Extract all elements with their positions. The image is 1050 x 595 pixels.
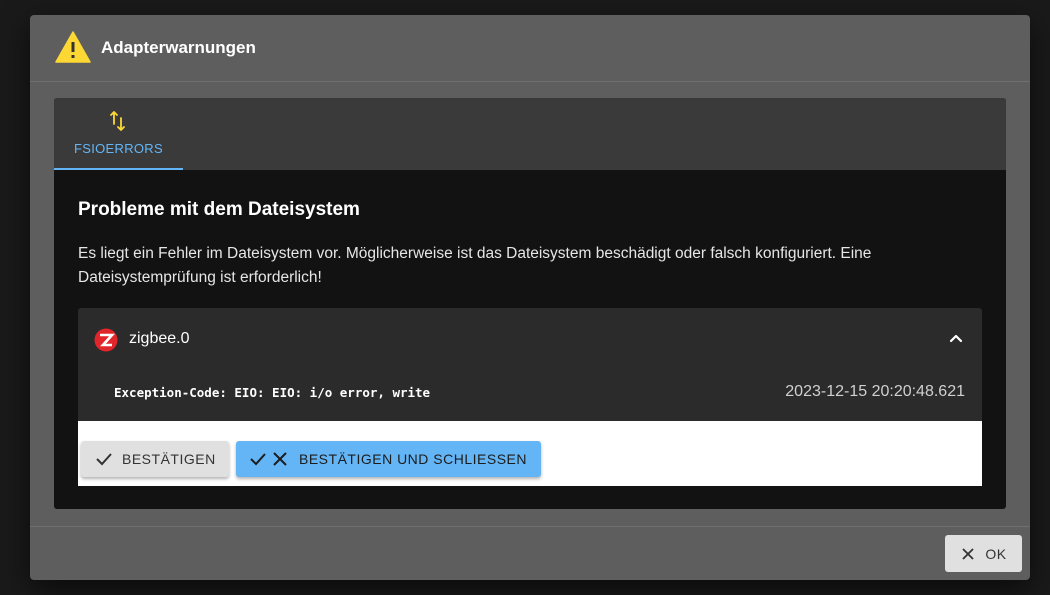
chevron-up-icon[interactable] [944, 327, 968, 351]
warnings-content: FSIOERRORS Probleme mit dem Dateisystem … [54, 98, 1006, 509]
zigbee-logo-icon [94, 328, 118, 352]
check-icon [96, 453, 112, 466]
confirm-and-close-label: BESTÄTIGEN UND SCHLIESSEN [299, 451, 527, 467]
dialog-title: Adapterwarnungen [101, 38, 256, 57]
error-timestamp: 2023-12-15 20:20:48.621 [785, 383, 965, 400]
close-icon [273, 452, 287, 466]
warning-triangle-icon [55, 31, 91, 63]
confirm-and-close-button[interactable]: BESTÄTIGEN UND SCHLIESSEN [236, 441, 541, 477]
check-icon [250, 453, 266, 466]
ok-button-label: OK [985, 545, 1007, 562]
section-description: Es liegt ein Fehler im Dateisystem vor. … [78, 245, 872, 286]
dialog-header: Adapterwarnungen [30, 15, 1030, 82]
tab-fsioerrors[interactable]: FSIOERRORS [54, 98, 183, 170]
adapter-warnings-dialog: Adapterwarnungen FSIOERRORS Probleme mit… [30, 15, 1030, 580]
tab-bar: FSIOERRORS [54, 98, 1006, 170]
ok-button[interactable]: OK [945, 535, 1022, 572]
section-title: Probleme mit dem Dateisystem [78, 199, 360, 220]
adapter-entry: zigbee.0 Exception-Code: EIO: EIO: i/o e… [78, 308, 982, 421]
dialog-footer: OK [30, 526, 1030, 580]
swap-vertical-icon [110, 111, 125, 131]
confirm-button-label: BESTÄTIGEN [122, 451, 216, 467]
adapter-name: zigbee.0 [129, 330, 190, 347]
error-message: Exception-Code: EIO: EIO: i/o error, wri… [114, 385, 431, 400]
tab-label: FSIOERRORS [74, 141, 163, 156]
confirm-button[interactable]: BESTÄTIGEN [81, 441, 229, 477]
entry-actions: BESTÄTIGEN BESTÄTIGEN UND SCHLIESSEN [78, 421, 982, 486]
close-icon [962, 547, 975, 560]
